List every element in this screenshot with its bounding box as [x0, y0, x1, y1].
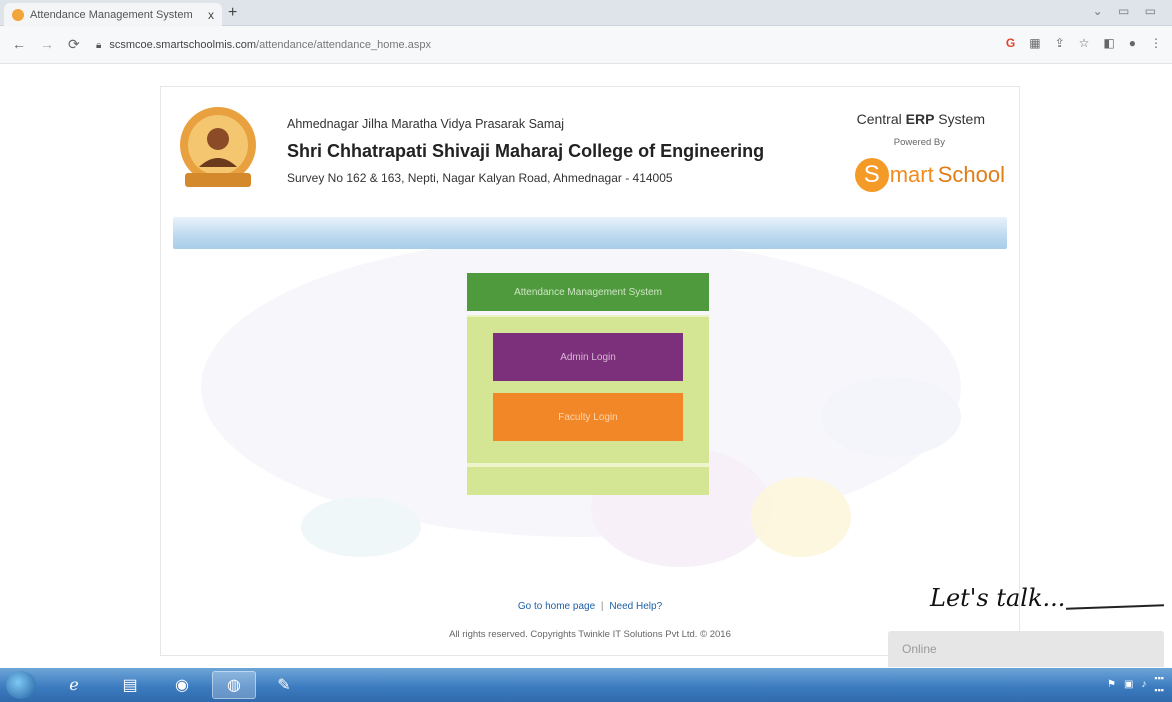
clock[interactable]: ▪▪▪ ▪▪▪	[1154, 672, 1164, 696]
chrome-icon[interactable]: ◍	[212, 671, 256, 699]
page-container: Ahmednagar Jilha Maratha Vidya Prasarak …	[160, 86, 1020, 656]
url-path: /attendance/attendance_home.aspx	[256, 39, 431, 51]
window-controls[interactable]: ⌄ ▭ ▭	[1093, 4, 1162, 18]
file-explorer-icon[interactable]: ▤	[108, 671, 152, 699]
link-separator: |	[600, 601, 604, 612]
browser-toolbar-icons: G ▦ ⇪ ☆ ◧ ● ⋮	[1006, 36, 1162, 50]
menu-kebab-icon[interactable]: ⋮	[1150, 36, 1162, 50]
brand-s-mark: S	[854, 158, 889, 192]
chat-widget[interactable]: Online	[888, 631, 1164, 667]
browser-address-bar: ← → ⟳ 🔒︎ scsmcoe.smartschoolmis.com /att…	[0, 26, 1172, 64]
site-favicon-icon	[12, 8, 24, 21]
google-extension-icon[interactable]: G	[1006, 36, 1015, 50]
windows-taskbar: ℯ ▤ ◉ ◍ ✎ ⚑ ▣ ♪ ▪▪▪ ▪▪▪	[0, 668, 1172, 702]
network-icon[interactable]: ▣	[1124, 679, 1133, 690]
page-header: Ahmednagar Jilha Maratha Vidya Prasarak …	[161, 87, 1019, 217]
profile-icon[interactable]: ●	[1129, 36, 1136, 50]
volume-icon[interactable]: ♪	[1141, 679, 1146, 690]
chat-prompt[interactable]: Let's talk...	[930, 584, 1065, 612]
forward-arrow-icon[interactable]: →	[40, 36, 54, 52]
reload-icon[interactable]: ⟳	[68, 36, 80, 53]
browser-tab-bar: Attendance Management System x + ⌄ ▭ ▭	[0, 0, 1172, 26]
footer-links: Go to home page | Need Help?	[161, 601, 1019, 612]
chat-underline	[1065, 604, 1165, 610]
paint-icon[interactable]: ✎	[262, 671, 306, 699]
college-emblem-logo	[180, 107, 256, 187]
chat-status: Online	[902, 642, 937, 656]
flag-icon[interactable]: ⚑	[1107, 679, 1116, 690]
society-name: Ahmednagar Jilha Maratha Vidya Prasarak …	[287, 117, 564, 131]
url-field[interactable]: 🔒︎ scsmcoe.smartschoolmis.com /attendanc…	[96, 34, 936, 56]
ams-title-bar: Attendance Management System	[467, 273, 709, 311]
need-help-link[interactable]: Need Help?	[609, 601, 662, 612]
browser-tab[interactable]: Attendance Management System x	[4, 3, 222, 26]
login-panel: Admin Login Faculty Login	[467, 315, 709, 495]
system-tray: ⚑ ▣ ♪ ▪▪▪ ▪▪▪	[1107, 672, 1164, 696]
college-address: Survey No 162 & 163, Nepti, Nagar Kalyan…	[287, 171, 673, 185]
side-panel-icon[interactable]: ◧	[1103, 36, 1114, 50]
tab-close-button[interactable]: x	[208, 8, 214, 22]
bookmark-star-icon[interactable]: ☆	[1079, 36, 1090, 50]
url-domain: scsmcoe.smartschoolmis.com	[109, 39, 257, 51]
brand-mart: mart	[889, 162, 934, 187]
lock-icon: 🔒︎	[96, 39, 102, 51]
faculty-login-button[interactable]: Faculty Login	[493, 393, 683, 441]
header-divider-band	[173, 217, 1007, 249]
start-button-icon[interactable]	[6, 671, 36, 699]
panel-divider	[467, 463, 709, 467]
media-player-icon[interactable]: ◉	[160, 671, 204, 699]
home-page-link[interactable]: Go to home page	[518, 601, 595, 612]
powered-by-label: Powered By	[893, 137, 945, 148]
tab-title: Attendance Management System	[30, 8, 193, 21]
smartschool-logo: S mart School	[854, 157, 1005, 193]
new-tab-button[interactable]: +	[228, 4, 237, 22]
translate-icon[interactable]: ▦	[1029, 36, 1040, 50]
share-icon[interactable]: ⇪	[1055, 36, 1065, 50]
brand-school: School	[937, 162, 1005, 187]
admin-login-button[interactable]: Admin Login	[493, 333, 683, 381]
erp-title: Central ERP System	[856, 111, 985, 127]
back-arrow-icon[interactable]: ←	[12, 36, 26, 52]
ie-icon[interactable]: ℯ	[52, 671, 96, 699]
college-name: Shri Chhatrapati Shivaji Maharaj College…	[287, 141, 765, 161]
